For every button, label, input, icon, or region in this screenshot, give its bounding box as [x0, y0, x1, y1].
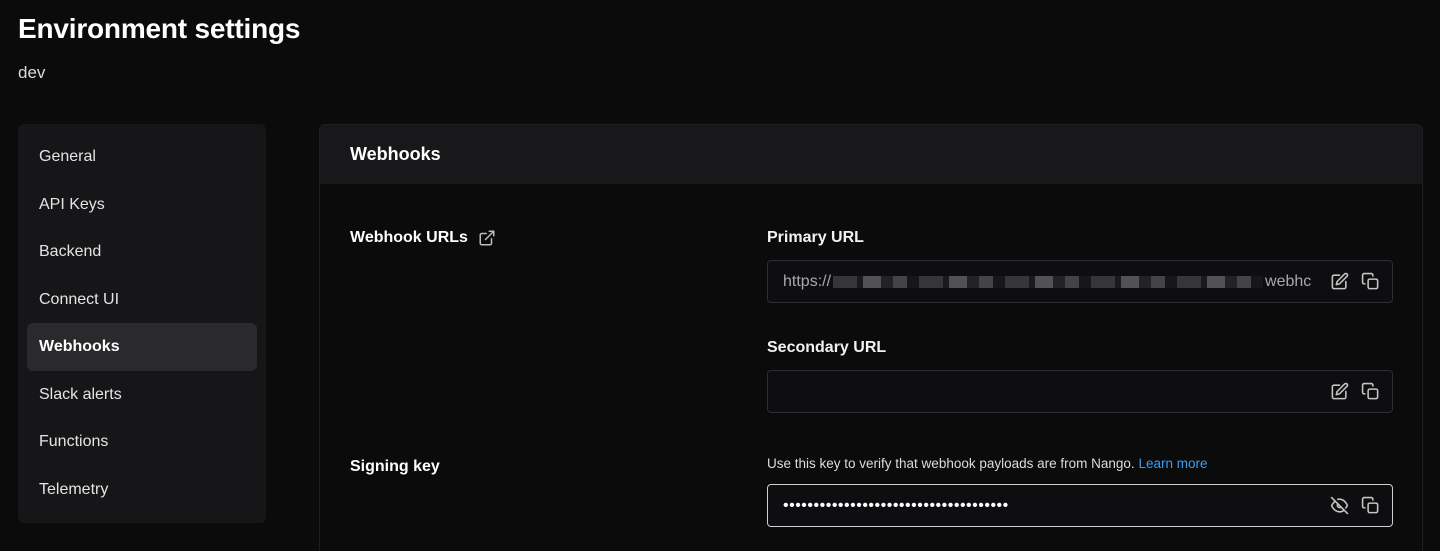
sidebar-item-api-keys[interactable]: API Keys	[27, 181, 257, 229]
sidebar-item-general[interactable]: General	[27, 133, 257, 181]
eye-off-icon[interactable]	[1330, 496, 1349, 515]
redacted-url	[833, 275, 1264, 288]
webhook-urls-label: Webhook URLs	[350, 229, 496, 247]
edit-icon[interactable]	[1330, 382, 1349, 401]
primary-url-label: Primary URL	[767, 229, 864, 246]
signing-key-label: Signing key	[350, 458, 440, 476]
signing-key-help-text: Use this key to verify that webhook payl…	[767, 456, 1135, 471]
secondary-url-label: Secondary URL	[767, 339, 887, 356]
copy-icon[interactable]	[1361, 382, 1380, 401]
external-link-icon[interactable]	[478, 229, 496, 247]
primary-url-prefix: https://	[783, 272, 832, 290]
sidebar-item-backend[interactable]: Backend	[27, 228, 257, 276]
primary-url-field[interactable]: https:// webhc	[767, 260, 1393, 303]
sidebar-item-telemetry[interactable]: Telemetry	[27, 466, 257, 514]
signing-key-field[interactable]: •••••••••••••••••••••••••••••••••••••	[767, 484, 1393, 527]
signing-key-label-text: Signing key	[350, 458, 440, 475]
secondary-url-field[interactable]	[767, 370, 1393, 413]
sidebar-item-slack-alerts[interactable]: Slack alerts	[27, 371, 257, 419]
signing-key-help: Use this key to verify that webhook payl…	[767, 456, 1208, 471]
section-title: Webhooks	[320, 125, 1422, 184]
secondary-url-value	[768, 371, 1330, 412]
copy-icon[interactable]	[1361, 496, 1380, 515]
webhooks-panel: Webhooks Webhook URLs Primary URL https:…	[319, 124, 1423, 551]
copy-icon[interactable]	[1361, 272, 1380, 291]
primary-url-suffix: webhc	[1265, 272, 1312, 290]
environment-name: dev	[18, 63, 46, 82]
settings-sidebar: General API Keys Backend Connect UI Webh…	[18, 124, 266, 523]
signing-key-masked: •••••••••••••••••••••••••••••••••••••	[783, 496, 1009, 514]
primary-url-value: https:// webhc	[768, 261, 1330, 302]
edit-icon[interactable]	[1330, 272, 1349, 291]
sidebar-item-connect-ui[interactable]: Connect UI	[27, 276, 257, 324]
sidebar-item-webhooks[interactable]: Webhooks	[27, 323, 257, 371]
sidebar-item-functions[interactable]: Functions	[27, 418, 257, 466]
webhook-urls-label-text: Webhook URLs	[350, 229, 468, 246]
learn-more-link[interactable]: Learn more	[1138, 456, 1207, 471]
page-title: Environment settings	[18, 13, 301, 44]
